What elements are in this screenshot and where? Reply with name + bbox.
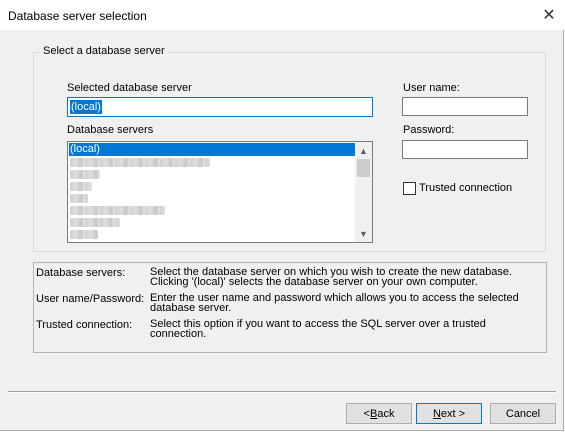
next-label: ext > [440, 407, 466, 420]
back-label: ack [377, 407, 395, 420]
list-item[interactable] [70, 182, 92, 191]
selected-server-label: Selected database server [67, 82, 192, 94]
trusted-connection-checkbox[interactable] [403, 182, 416, 195]
title-bar[interactable]: Database server selection ✕ [0, 0, 564, 30]
scroll-down-icon[interactable]: ▼ [355, 225, 372, 242]
back-mnemonic: B [369, 407, 378, 420]
list-item[interactable] [70, 230, 98, 239]
cancel-button[interactable]: Cancel [490, 403, 556, 424]
footer-divider [8, 391, 556, 393]
database-servers-list[interactable]: (local) ▲ ▼ [67, 141, 373, 243]
info-key: Database servers: [36, 267, 126, 279]
list-item[interactable] [70, 194, 88, 203]
info-text: Select the database server on which you … [150, 266, 512, 288]
list-item[interactable] [70, 170, 100, 179]
list-item-local[interactable]: (local) [69, 143, 356, 156]
info-key: User name/Password: [36, 293, 145, 305]
next-mnemonic: N [432, 407, 441, 420]
list-item[interactable] [70, 218, 120, 227]
groupbox-legend: Select a database server [40, 45, 168, 57]
info-text: Enter the user name and password which a… [150, 292, 519, 314]
trusted-connection-label[interactable]: Trusted connection [419, 182, 512, 194]
selected-server-value: (local) [70, 100, 102, 114]
username-input[interactable] [402, 97, 528, 116]
list-item[interactable] [70, 158, 210, 167]
list-scrollbar[interactable]: ▲ ▼ [355, 142, 372, 242]
password-input[interactable] [402, 140, 528, 159]
username-label: User name: [403, 82, 460, 94]
info-text: Select this option if you want to access… [150, 318, 486, 340]
back-button[interactable]: < Back [346, 403, 412, 424]
next-button[interactable]: Next > [416, 403, 482, 424]
password-label: Password: [403, 124, 455, 136]
database-servers-label: Database servers [67, 124, 154, 136]
window-title: Database server selection [8, 9, 147, 23]
info-panel: Database servers: Select the database se… [33, 262, 547, 353]
close-icon[interactable]: ✕ [534, 0, 564, 30]
list-item[interactable] [70, 206, 165, 215]
selected-server-input[interactable]: (local) [67, 97, 373, 117]
scroll-thumb[interactable] [357, 159, 370, 177]
info-key: Trusted connection: [36, 319, 133, 331]
dialog-window: Database server selection ✕ Select a dat… [0, 0, 564, 431]
scroll-up-icon[interactable]: ▲ [355, 142, 372, 159]
